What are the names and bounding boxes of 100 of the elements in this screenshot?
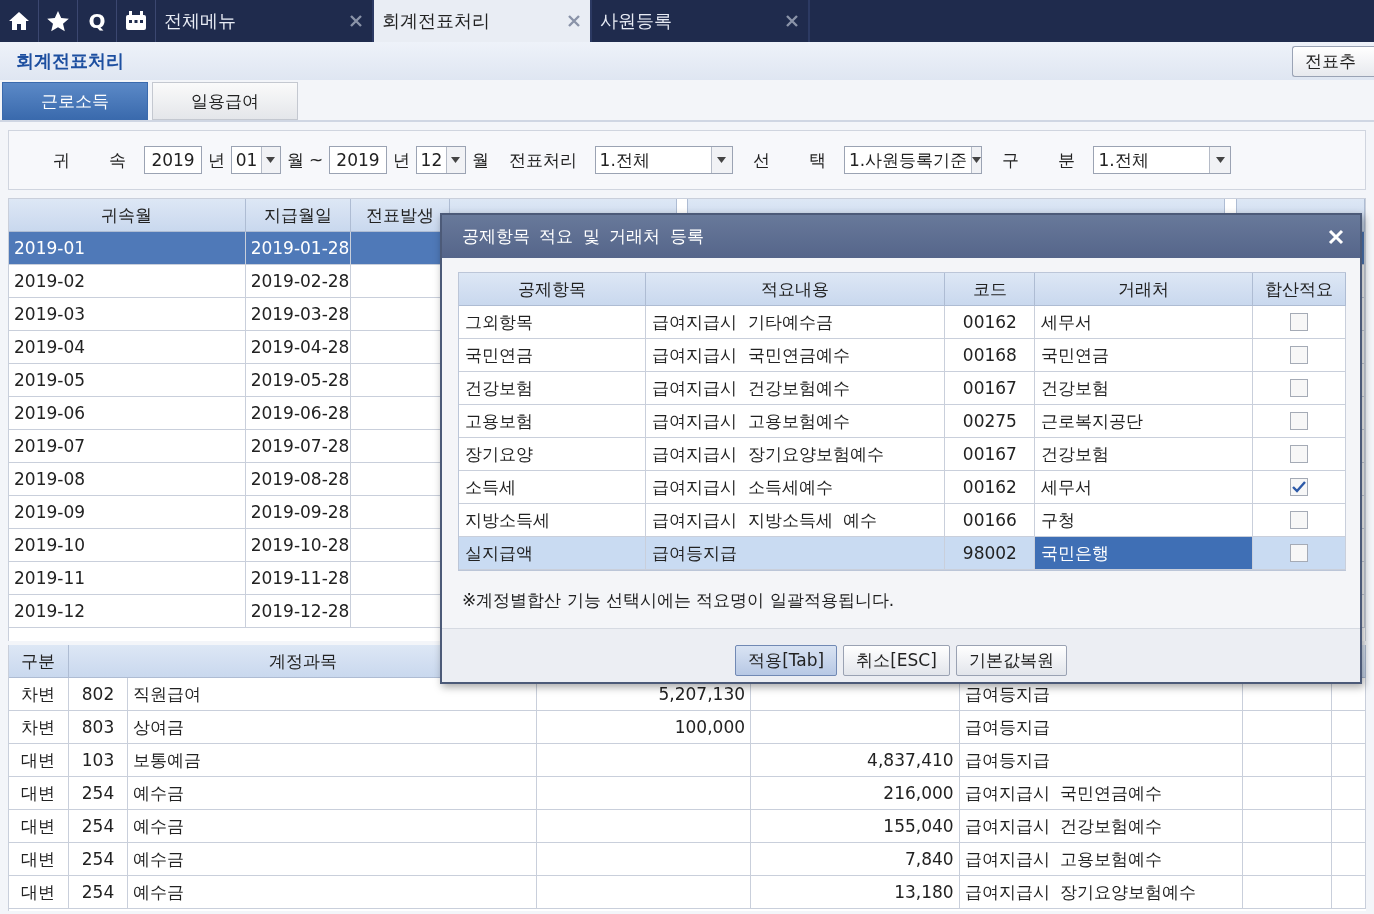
dropdown[interactable]: 1.전체 <box>594 146 733 174</box>
table-cell[interactable]: 급여지급시 장기요양보험예수 <box>645 438 946 471</box>
checkbox[interactable] <box>1290 346 1309 364</box>
table-cell[interactable]: 2019-05-28 <box>245 364 352 397</box>
table-cell[interactable]: 건강보험 <box>459 372 646 405</box>
table-cell[interactable]: 2019-06-28 <box>245 397 352 430</box>
table-cell[interactable]: 00275 <box>945 405 1036 438</box>
note-text: ※계정별합산 기능 선택시에는 적요명이 일괄적용됩니다. <box>462 589 896 612</box>
table-cell[interactable]: 2019-02 <box>9 265 246 298</box>
table-cell[interactable]: 고용보험 <box>459 405 646 438</box>
table-cell[interactable]: 00162 <box>945 471 1036 504</box>
table-cell[interactable]: 근로복지공단 <box>1035 405 1254 438</box>
table-cell: 100,000 <box>537 711 752 744</box>
checkbox[interactable] <box>1290 412 1309 430</box>
table-cell[interactable]: 2019-12-28 <box>245 595 352 628</box>
table-cell[interactable]: 2019-08-28 <box>245 463 352 496</box>
table-cell[interactable]: 장기요양 <box>459 438 646 471</box>
table-cell: 대변 <box>9 876 69 909</box>
close-icon[interactable] <box>348 13 364 29</box>
table-cell[interactable]: 00167 <box>945 372 1036 405</box>
table-cell[interactable]: 국민은행 <box>1035 537 1254 570</box>
table-cell: 급여지급시 고용보험예수 <box>959 843 1243 876</box>
table-cell[interactable]: 2019-04 <box>9 331 246 364</box>
checkbox[interactable] <box>1290 379 1309 397</box>
filter-label: 구 분 <box>1002 148 1076 172</box>
table-cell[interactable]: 세무서 <box>1035 471 1254 504</box>
table-cell[interactable]: 그외항목 <box>459 306 646 339</box>
table-cell[interactable]: 2019-07-28 <box>245 430 352 463</box>
table-cell[interactable]: 2019-11 <box>9 562 246 595</box>
filter-label: 전표처리 <box>508 148 577 172</box>
checkbox[interactable] <box>1290 511 1309 529</box>
table-cell[interactable]: 세무서 <box>1035 306 1254 339</box>
table-cell[interactable]: 급여지급시 지방소득세 예수 <box>645 504 946 537</box>
table-cell[interactable]: 00168 <box>945 339 1036 372</box>
dropdown[interactable]: 1.사원등록기준 <box>844 146 982 174</box>
table-cell[interactable]: 2019-03 <box>9 298 246 331</box>
table-cell[interactable]: 2019-02-28 <box>245 265 352 298</box>
table-cell[interactable]: 98002 <box>945 537 1036 570</box>
dropdown[interactable]: 01 <box>230 146 281 174</box>
table-cell[interactable]: 2019-10-28 <box>245 529 352 562</box>
table-cell[interactable]: 급여등지급 <box>645 537 946 570</box>
table-cell[interactable]: 실지급액 <box>459 537 646 570</box>
dropdown[interactable]: 1.전체 <box>1093 146 1232 174</box>
table-cell[interactable]: 구청 <box>1035 504 1254 537</box>
column-header: 공제항목 <box>459 273 646 306</box>
dialog-button[interactable]: 기본값복원 <box>955 645 1067 676</box>
checkbox[interactable] <box>1290 544 1309 562</box>
table-cell[interactable]: 00167 <box>945 438 1036 471</box>
table-cell[interactable]: 2019-09 <box>9 496 246 529</box>
year-field[interactable]: 2019 <box>144 146 202 174</box>
table-cell[interactable]: 2019-11-28 <box>245 562 352 595</box>
table-cell[interactable]: 00162 <box>945 306 1036 339</box>
table-cell[interactable]: 2019-05 <box>9 364 246 397</box>
table-cell: 대변 <box>9 810 69 843</box>
table-cell[interactable]: 소득세 <box>459 471 646 504</box>
checkbox[interactable] <box>1290 478 1309 496</box>
table-cell[interactable]: 2019-09-28 <box>245 496 352 529</box>
table-cell: 차변 <box>9 678 69 711</box>
dialog-button[interactable]: 취소[ESC] <box>843 645 950 676</box>
dialog-button[interactable]: 적용[Tab] <box>735 645 838 676</box>
table-cell[interactable]: 건강보험 <box>1035 372 1254 405</box>
table-cell[interactable]: 급여지급시 국민연금예수 <box>645 339 946 372</box>
tab[interactable]: 회계전표처리 <box>374 0 592 42</box>
checkbox[interactable] <box>1290 445 1309 463</box>
unit-label: 년 <box>207 148 225 172</box>
dropdown[interactable]: 12 <box>415 146 466 174</box>
table-cell[interactable]: 급여지급시 고용보험예수 <box>645 405 946 438</box>
table-cell[interactable]: 급여지급시 소득세예수 <box>645 471 946 504</box>
table-cell: 보통예금 <box>128 744 538 777</box>
table-cell[interactable]: 2019-12 <box>9 595 246 628</box>
tab[interactable]: 근로소득 <box>2 82 148 120</box>
table-cell[interactable]: 2019-01-28 <box>245 232 352 265</box>
table-cell[interactable]: 2019-08 <box>9 463 246 496</box>
filter-label: 선 택 <box>752 148 826 172</box>
table-cell[interactable]: 2019-03-28 <box>245 298 352 331</box>
add-voucher-button[interactable]: 전표추 <box>1292 45 1374 77</box>
checkbox[interactable] <box>1290 313 1309 331</box>
table-cell: 254 <box>68 810 129 843</box>
table-cell[interactable]: 급여지급시 건강보험예수 <box>645 372 946 405</box>
table-cell[interactable]: 건강보험 <box>1035 438 1254 471</box>
table-cell[interactable]: 국민연금 <box>459 339 646 372</box>
close-icon[interactable] <box>566 13 582 29</box>
tab[interactable]: 일용급여 <box>152 82 298 120</box>
table-cell[interactable]: 국민연금 <box>1035 339 1254 372</box>
table-cell: 254 <box>68 876 129 909</box>
close-icon[interactable] <box>784 13 800 29</box>
table-cell[interactable]: 00166 <box>945 504 1036 537</box>
table-cell[interactable]: 2019-04-28 <box>245 331 352 364</box>
column-header: 적요내용 <box>645 273 946 306</box>
table-cell: 4,837,410 <box>751 744 960 777</box>
caret-icon <box>972 157 982 163</box>
table-cell[interactable]: 지방소득세 <box>459 504 646 537</box>
table-cell[interactable]: 급여지급시 기타예수금 <box>645 306 946 339</box>
table-cell[interactable]: 2019-06 <box>9 397 246 430</box>
table-cell[interactable]: 2019-01 <box>9 232 246 265</box>
table-cell: 216,000 <box>751 777 960 810</box>
table-cell[interactable]: 2019-07 <box>9 430 246 463</box>
dialog-title: 공제항목 적요 및 거래처 등록 <box>462 225 704 248</box>
year-field[interactable]: 2019 <box>329 146 387 174</box>
table-cell[interactable]: 2019-10 <box>9 529 246 562</box>
